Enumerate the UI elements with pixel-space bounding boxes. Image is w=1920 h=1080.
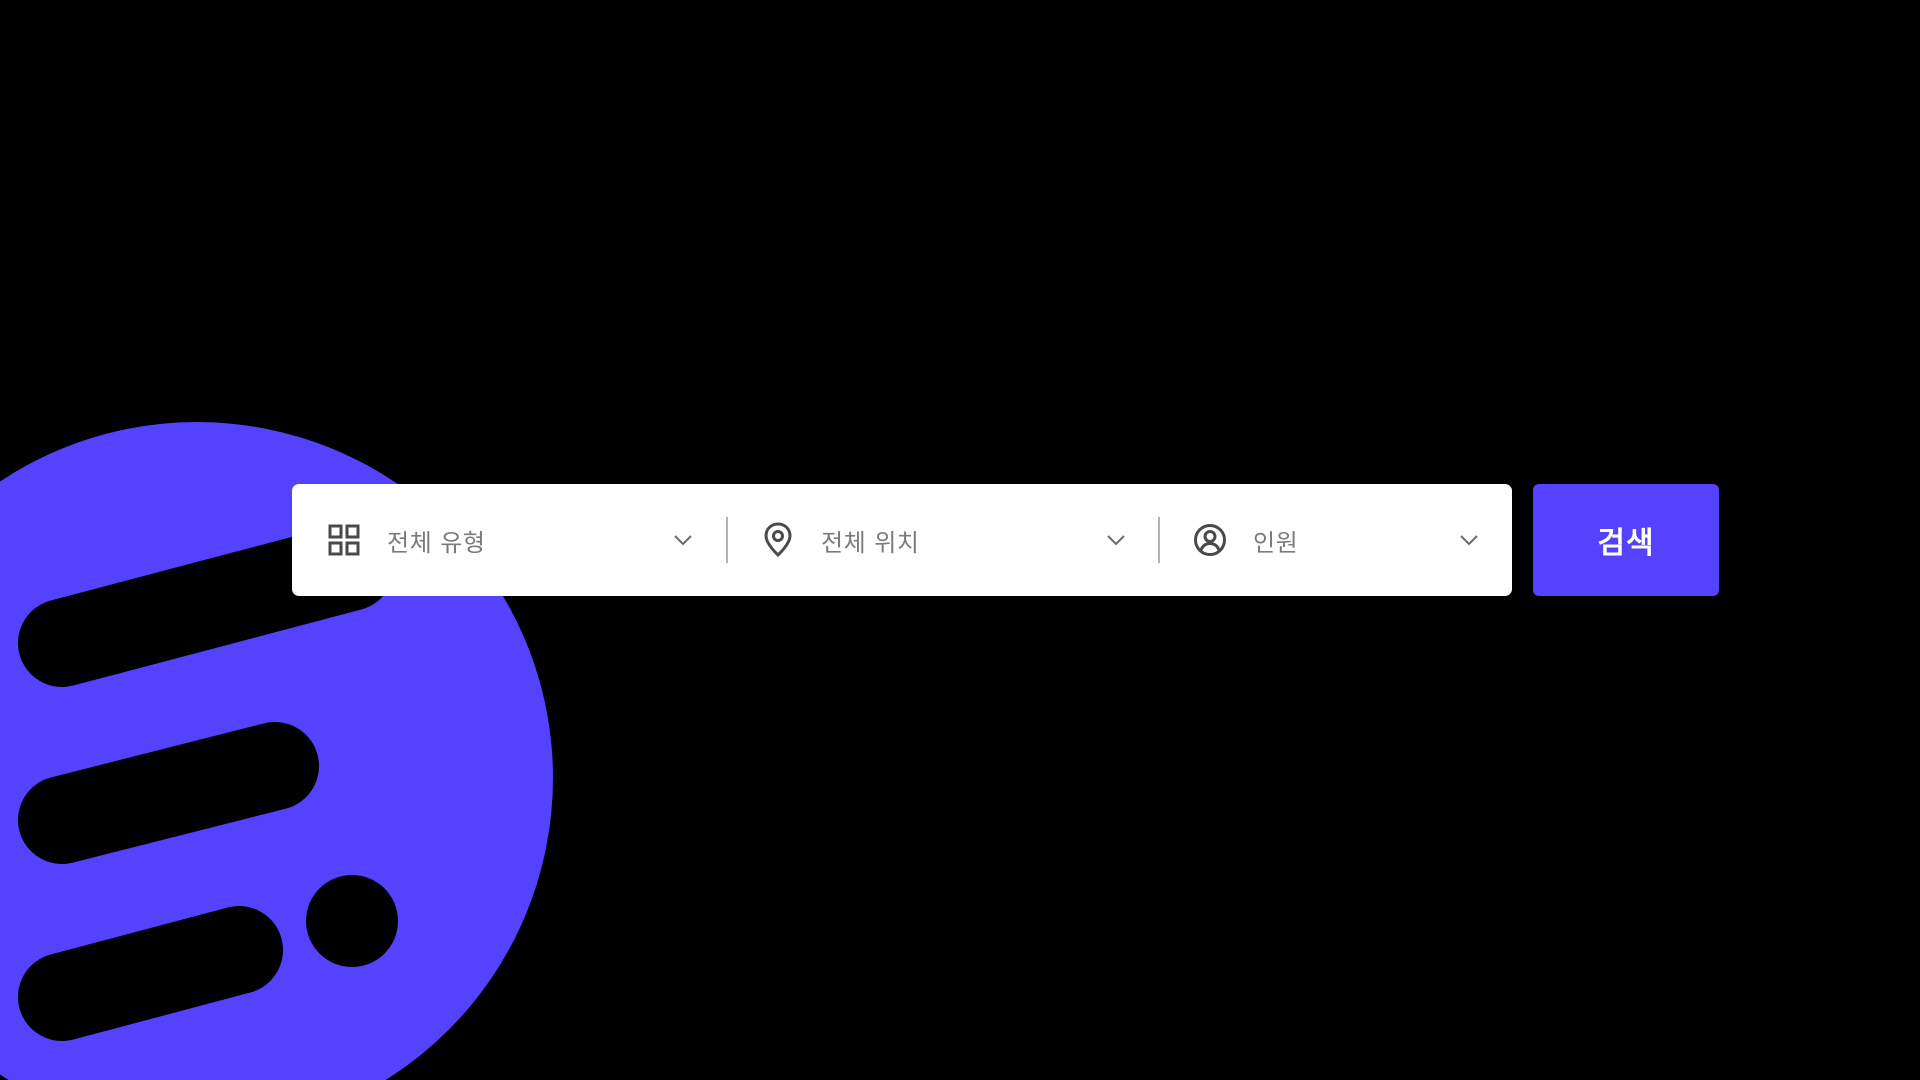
- chevron-down-icon: [1105, 529, 1127, 551]
- brand-logo-stripe-middle: [18, 722, 319, 864]
- people-select[interactable]: 인원: [1160, 484, 1512, 596]
- map-pin-icon: [761, 522, 795, 558]
- type-select-label: 전체 유형: [387, 528, 486, 557]
- chevron-down-icon: [672, 529, 694, 551]
- user-circle-icon: [1193, 523, 1227, 557]
- chevron-down-icon: [1458, 529, 1480, 551]
- grid-icon: [327, 523, 361, 557]
- location-select-label: 전체 위치: [821, 528, 920, 557]
- search-bar: 전체 유형 전체 위치 인원: [292, 484, 1512, 596]
- location-select[interactable]: 전체 위치: [728, 484, 1158, 596]
- search-button[interactable]: 검색: [1533, 484, 1719, 596]
- people-select-label: 인원: [1253, 528, 1299, 557]
- brand-logo-stripe-bottom: [18, 906, 283, 1041]
- type-select[interactable]: 전체 유형: [292, 484, 726, 596]
- page-root: 전체 유형 전체 위치 인원 검색: [0, 0, 1920, 1080]
- brand-logo-dot: [306, 875, 398, 967]
